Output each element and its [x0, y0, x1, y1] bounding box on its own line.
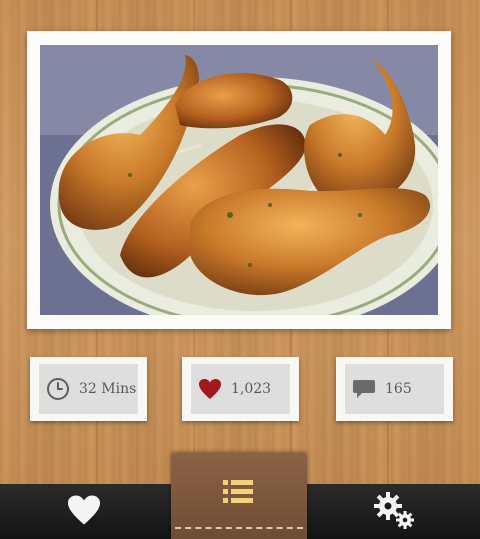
- gears-icon: [372, 490, 418, 534]
- tab-settings[interactable]: [310, 484, 480, 539]
- list-icon: [171, 479, 307, 505]
- comments-card[interactable]: 165: [336, 357, 453, 421]
- heart-icon: [66, 494, 102, 530]
- roasted-chicken-illustration: [40, 45, 438, 315]
- heart-icon[interactable]: [197, 376, 223, 402]
- tab-recipes-list[interactable]: [171, 453, 307, 539]
- speech-bubble-icon[interactable]: [351, 376, 377, 402]
- recipe-photo-frame: [27, 31, 451, 329]
- tab-favorites[interactable]: [0, 484, 168, 539]
- recipe-photo[interactable]: [40, 45, 438, 315]
- likes-card[interactable]: 1,023: [182, 357, 299, 421]
- comments-count: 165: [385, 381, 412, 397]
- clock-icon: [45, 376, 71, 402]
- leather-stitch: [175, 527, 303, 529]
- cook-time-card: 32 Mins: [30, 357, 147, 421]
- likes-count: 1,023: [231, 381, 272, 397]
- cook-time-label: 32 Mins: [79, 381, 137, 397]
